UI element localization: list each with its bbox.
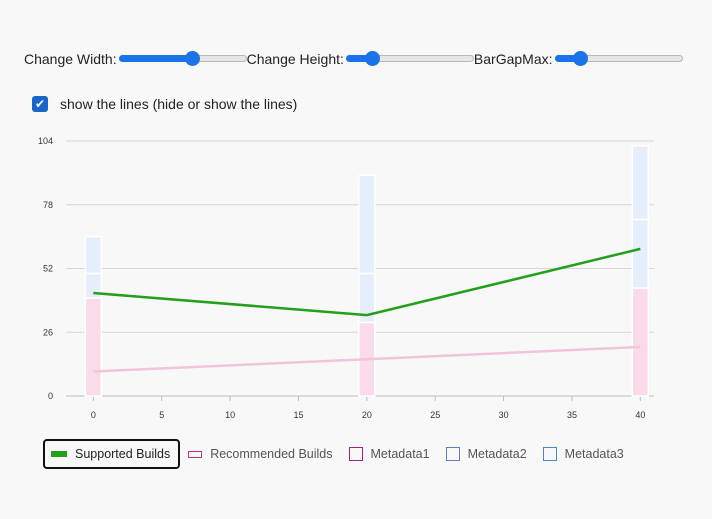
legend: Supported Builds Recommended Builds Meta…	[43, 439, 640, 469]
x-tick-label: 20	[362, 410, 372, 420]
legend-item-supported-builds[interactable]: Supported Builds	[43, 439, 181, 469]
x-tick-label: 25	[430, 410, 440, 420]
legend-swatch-metadata1	[348, 447, 363, 461]
x-tick-label: 10	[225, 410, 235, 420]
legend-item-metadata2[interactable]: Metadata2	[445, 439, 533, 469]
bar-metadata1-0	[84, 297, 103, 397]
legend-label-supported-builds: Supported Builds	[75, 447, 171, 461]
legend-item-metadata3[interactable]: Metadata3	[542, 439, 630, 469]
bar-metadata3-0	[84, 235, 103, 275]
bar-metadata3-40	[631, 145, 650, 221]
x-tick-label: 30	[499, 410, 509, 420]
bar-metadata1-40	[631, 287, 650, 397]
y-tick-label: 104	[38, 136, 53, 146]
y-tick-label: 52	[43, 264, 53, 274]
bar-metadata2-40	[631, 218, 650, 289]
x-tick-label: 5	[159, 410, 164, 420]
legend-label-recommended-builds: Recommended Builds	[210, 447, 333, 461]
y-tick-label: 0	[48, 391, 53, 401]
legend-swatch-metadata2	[445, 447, 460, 461]
x-tick-label: 0	[91, 410, 96, 420]
y-tick-label: 78	[43, 200, 53, 210]
x-tick-label: 15	[293, 410, 303, 420]
y-tick-label: 26	[43, 327, 53, 337]
legend-swatch-supported-builds	[51, 451, 67, 457]
legend-swatch-recommended-builds	[188, 450, 203, 458]
x-tick-label: 40	[635, 410, 645, 420]
legend-label-metadata3: Metadata3	[564, 447, 624, 461]
legend-item-recommended-builds[interactable]: Recommended Builds	[188, 439, 338, 469]
bar-metadata3-20	[358, 174, 376, 275]
legend-label-metadata1: Metadata1	[370, 447, 430, 461]
legend-item-metadata1[interactable]: Metadata1	[348, 439, 436, 469]
legend-label-metadata2: Metadata2	[467, 447, 527, 461]
x-tick-label: 35	[567, 410, 577, 420]
legend-swatch-metadata3	[542, 447, 557, 461]
